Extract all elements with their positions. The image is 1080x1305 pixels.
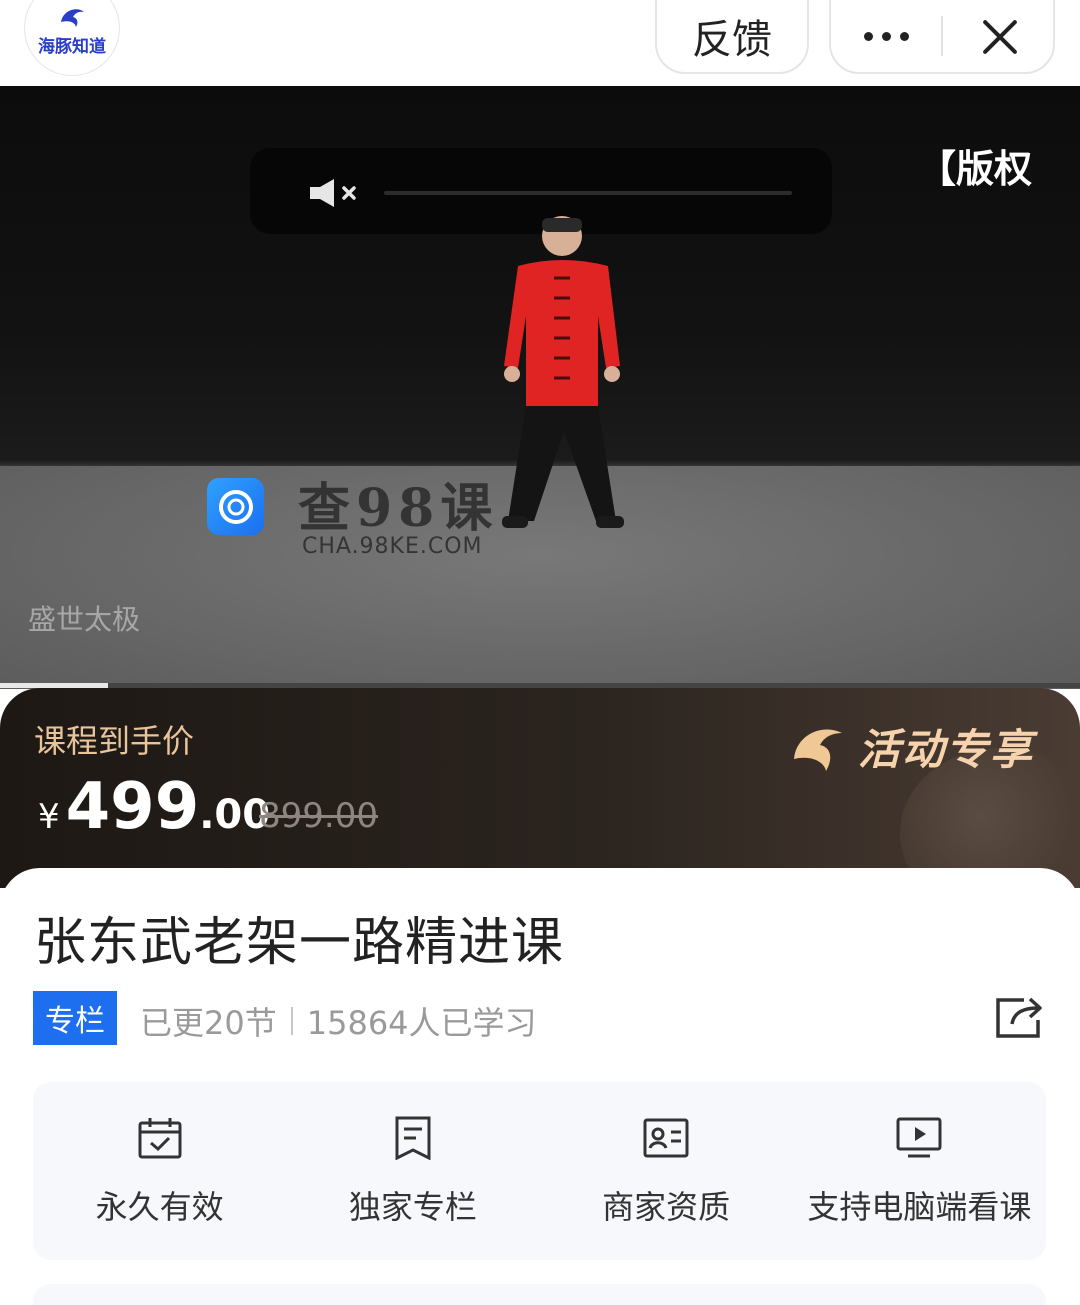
copyright-tag: 【版权	[918, 147, 1033, 191]
video-player[interactable]: 【版权 查98课 CHA.98KE.COM 盛世太极	[0, 86, 1080, 689]
watermark-title: 查98课	[298, 478, 499, 539]
feature-label: 商家资质	[602, 1188, 731, 1226]
feature-label: 支持电脑端看课	[807, 1188, 1032, 1226]
column-tag: 专栏	[33, 991, 117, 1045]
promo-badge-text: 活动专享	[858, 725, 1035, 774]
more-dots-icon[interactable]	[831, 6, 941, 66]
video-caption: 盛世太极	[28, 603, 141, 636]
dolphin-icon	[61, 9, 84, 28]
calendar-check-icon	[138, 1118, 182, 1159]
share-icon[interactable]	[994, 996, 1044, 1040]
learner-count: 15864人已学习	[306, 1004, 537, 1042]
currency-symbol: ¥	[38, 797, 60, 837]
top-bar: 海豚知道 反馈	[0, 0, 1080, 86]
course-info-card: 张东武老架一路精进课 专栏 已更20节 15864人已学习 永久有效 独家专栏 …	[0, 868, 1080, 1305]
update-count: 已更20节	[140, 1004, 277, 1042]
watermark-logo-icon	[207, 478, 264, 535]
promo-banner: 课程到手价 ¥ 499 .00 899.00 活动专享	[0, 688, 1080, 888]
promo-label: 课程到手价	[34, 722, 195, 760]
course-meta: 已更20节 15864人已学习	[140, 998, 537, 1044]
feature-label: 永久有效	[95, 1188, 224, 1226]
feature-label: 独家专栏	[348, 1188, 477, 1226]
next-section-card	[33, 1284, 1046, 1305]
price-integer: 499	[65, 770, 200, 844]
document-icon	[395, 1116, 431, 1160]
capsule-actions	[829, 0, 1055, 74]
mute-icon[interactable]	[308, 178, 360, 208]
feature-item[interactable]: 独家专栏	[286, 1082, 539, 1260]
app-logo[interactable]: 海豚知道	[24, 0, 120, 76]
feature-item[interactable]: 永久有效	[33, 1082, 286, 1260]
logo-text: 海豚知道	[38, 37, 106, 57]
feedback-button[interactable]: 反馈	[655, 0, 809, 74]
feature-list: 永久有效 独家专栏 商家资质 支持电脑端看课	[33, 1082, 1046, 1260]
current-price: ¥ 499 .00	[38, 770, 270, 844]
course-title: 张东武老架一路精进课	[34, 913, 565, 973]
monitor-play-icon	[896, 1117, 942, 1158]
id-card-icon	[643, 1118, 689, 1158]
close-icon[interactable]	[943, 6, 1053, 66]
volume-slider[interactable]	[384, 191, 792, 195]
meta-divider	[290, 1007, 293, 1035]
feature-item[interactable]: 商家资质	[540, 1082, 793, 1260]
feature-item[interactable]: 支持电脑端看课	[793, 1082, 1046, 1260]
original-price: 899.00	[259, 796, 378, 836]
performer-figure	[502, 216, 624, 528]
dolphin-badge-icon	[794, 728, 842, 771]
promo-badge: 活动专享	[788, 716, 1034, 777]
watermark-url: CHA.98KE.COM	[302, 534, 483, 559]
